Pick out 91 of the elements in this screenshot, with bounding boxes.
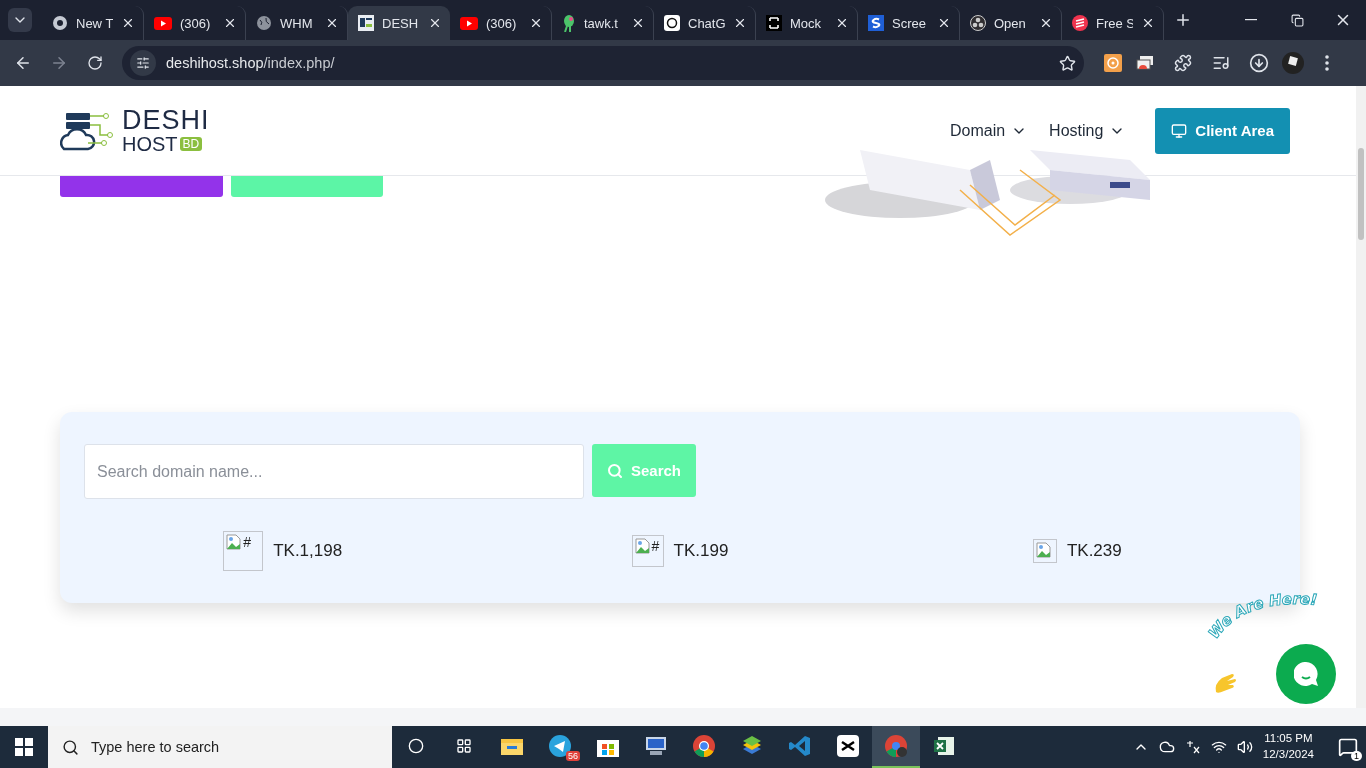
search-icon	[62, 738, 79, 756]
close-icon[interactable]	[1039, 16, 1053, 30]
chrome-icon	[52, 15, 68, 31]
telegram-button[interactable]: 56	[536, 726, 584, 768]
close-icon[interactable]	[1141, 16, 1155, 30]
domain-search-field[interactable]: Search domain name...	[84, 444, 584, 499]
tab-title: (306)	[180, 15, 212, 31]
nav-link[interactable]: Domain	[949, 121, 1028, 140]
clock[interactable]: 11:05 PM 12/3/2024	[1262, 731, 1314, 763]
tab-title: (306)	[486, 15, 518, 31]
broken-image-icon: #	[631, 535, 664, 567]
extension-icon[interactable]	[1104, 54, 1122, 72]
chrome-icon	[885, 735, 907, 757]
chrome-icon	[693, 735, 715, 757]
youtube-icon	[154, 16, 172, 30]
notification-button[interactable]: 1	[1338, 737, 1358, 757]
domain-price: TK.199	[673, 541, 729, 561]
notification-count: 1	[1351, 751, 1362, 761]
vscode-icon	[789, 735, 811, 757]
site-settings-icon[interactable]	[130, 50, 156, 76]
task-view-icon	[456, 738, 472, 754]
keyboard-layout-icon[interactable]	[1184, 739, 1201, 755]
chat-bubble-icon	[1294, 662, 1318, 686]
site-logo-icon	[358, 15, 374, 31]
stripes-circle-icon	[1072, 15, 1088, 31]
message-icon	[1338, 737, 1358, 757]
download-icon	[1249, 53, 1269, 73]
address-bar[interactable]: deshihost.shop/index.php/	[122, 46, 1084, 80]
chat-widget-button[interactable]	[1276, 644, 1336, 704]
cloud-icon[interactable]	[1158, 739, 1175, 755]
globe-icon	[256, 15, 272, 31]
close-icon[interactable]	[529, 16, 543, 30]
puzzle-icon	[1174, 54, 1192, 72]
parrot-icon	[562, 14, 576, 32]
profile-avatar-icon[interactable]	[1282, 52, 1304, 74]
obs-icon	[970, 15, 986, 31]
browser-tab[interactable]: DESH	[348, 6, 450, 40]
tab-title: tawk.t	[584, 15, 619, 31]
tab-title: New T	[76, 15, 113, 31]
close-icon[interactable]	[937, 16, 951, 30]
menu-icon	[1325, 55, 1329, 71]
app-logo-icon	[868, 15, 884, 31]
volume-icon[interactable]	[1236, 739, 1253, 755]
domain-price: TK.1,198	[273, 541, 343, 561]
bookmark-star-icon[interactable]	[1059, 54, 1076, 72]
search-icon	[606, 462, 623, 479]
tab-title: ChatG	[688, 15, 725, 31]
circle-icon	[408, 738, 424, 754]
broken-image-icon	[1032, 539, 1057, 563]
restore-icon	[1290, 13, 1304, 27]
tab-title: Scree	[892, 15, 927, 31]
windows-logo-icon	[15, 738, 33, 756]
close-icon[interactable]	[223, 16, 237, 30]
get-started-button[interactable]	[60, 176, 223, 197]
excel-icon	[933, 735, 955, 757]
taskbar-search-field[interactable]: Type here to search	[48, 726, 392, 768]
chrome-active-button[interactable]	[872, 726, 920, 768]
computer-icon	[644, 735, 668, 757]
youtube-icon	[460, 16, 478, 30]
close-icon[interactable]	[428, 16, 442, 30]
tab-search-button[interactable]	[8, 8, 32, 32]
chatgpt-icon	[664, 15, 680, 31]
capcut-icon	[837, 735, 859, 757]
tab-title: WHM	[280, 15, 314, 31]
music-list-icon	[1212, 54, 1230, 72]
site-logo[interactable]: DESHI HOST BD	[60, 106, 210, 155]
close-icon[interactable]	[835, 16, 849, 30]
scrollbar[interactable]	[1356, 86, 1366, 708]
broken-image-icon: #	[223, 531, 264, 571]
nav-link[interactable]: Hosting	[1049, 121, 1126, 140]
folder-icon	[501, 737, 523, 755]
domain-price: TK.239	[1066, 541, 1122, 561]
tab-title: DESH	[382, 15, 420, 31]
close-icon[interactable]	[631, 16, 645, 30]
url-text: deshihost.shop/index.php/	[166, 55, 336, 71]
forward-arrow-icon	[50, 54, 68, 72]
layers-icon	[741, 735, 763, 757]
cast-icon	[1136, 55, 1154, 71]
minimize-icon	[1245, 19, 1257, 21]
unread-badge: 56	[566, 751, 580, 761]
monitor-icon	[1171, 122, 1188, 139]
reload-icon	[87, 55, 103, 71]
tab-title: Open	[994, 15, 1027, 31]
wifi-icon[interactable]	[1210, 739, 1227, 755]
plus-icon	[1174, 11, 1192, 29]
close-icon[interactable]	[121, 16, 135, 30]
close-icon[interactable]	[325, 16, 339, 30]
close-icon[interactable]	[733, 16, 747, 30]
tab-title: Mock	[790, 15, 823, 31]
client-area-button[interactable]: Client Area	[1155, 107, 1290, 154]
bracket-icon	[766, 15, 782, 31]
